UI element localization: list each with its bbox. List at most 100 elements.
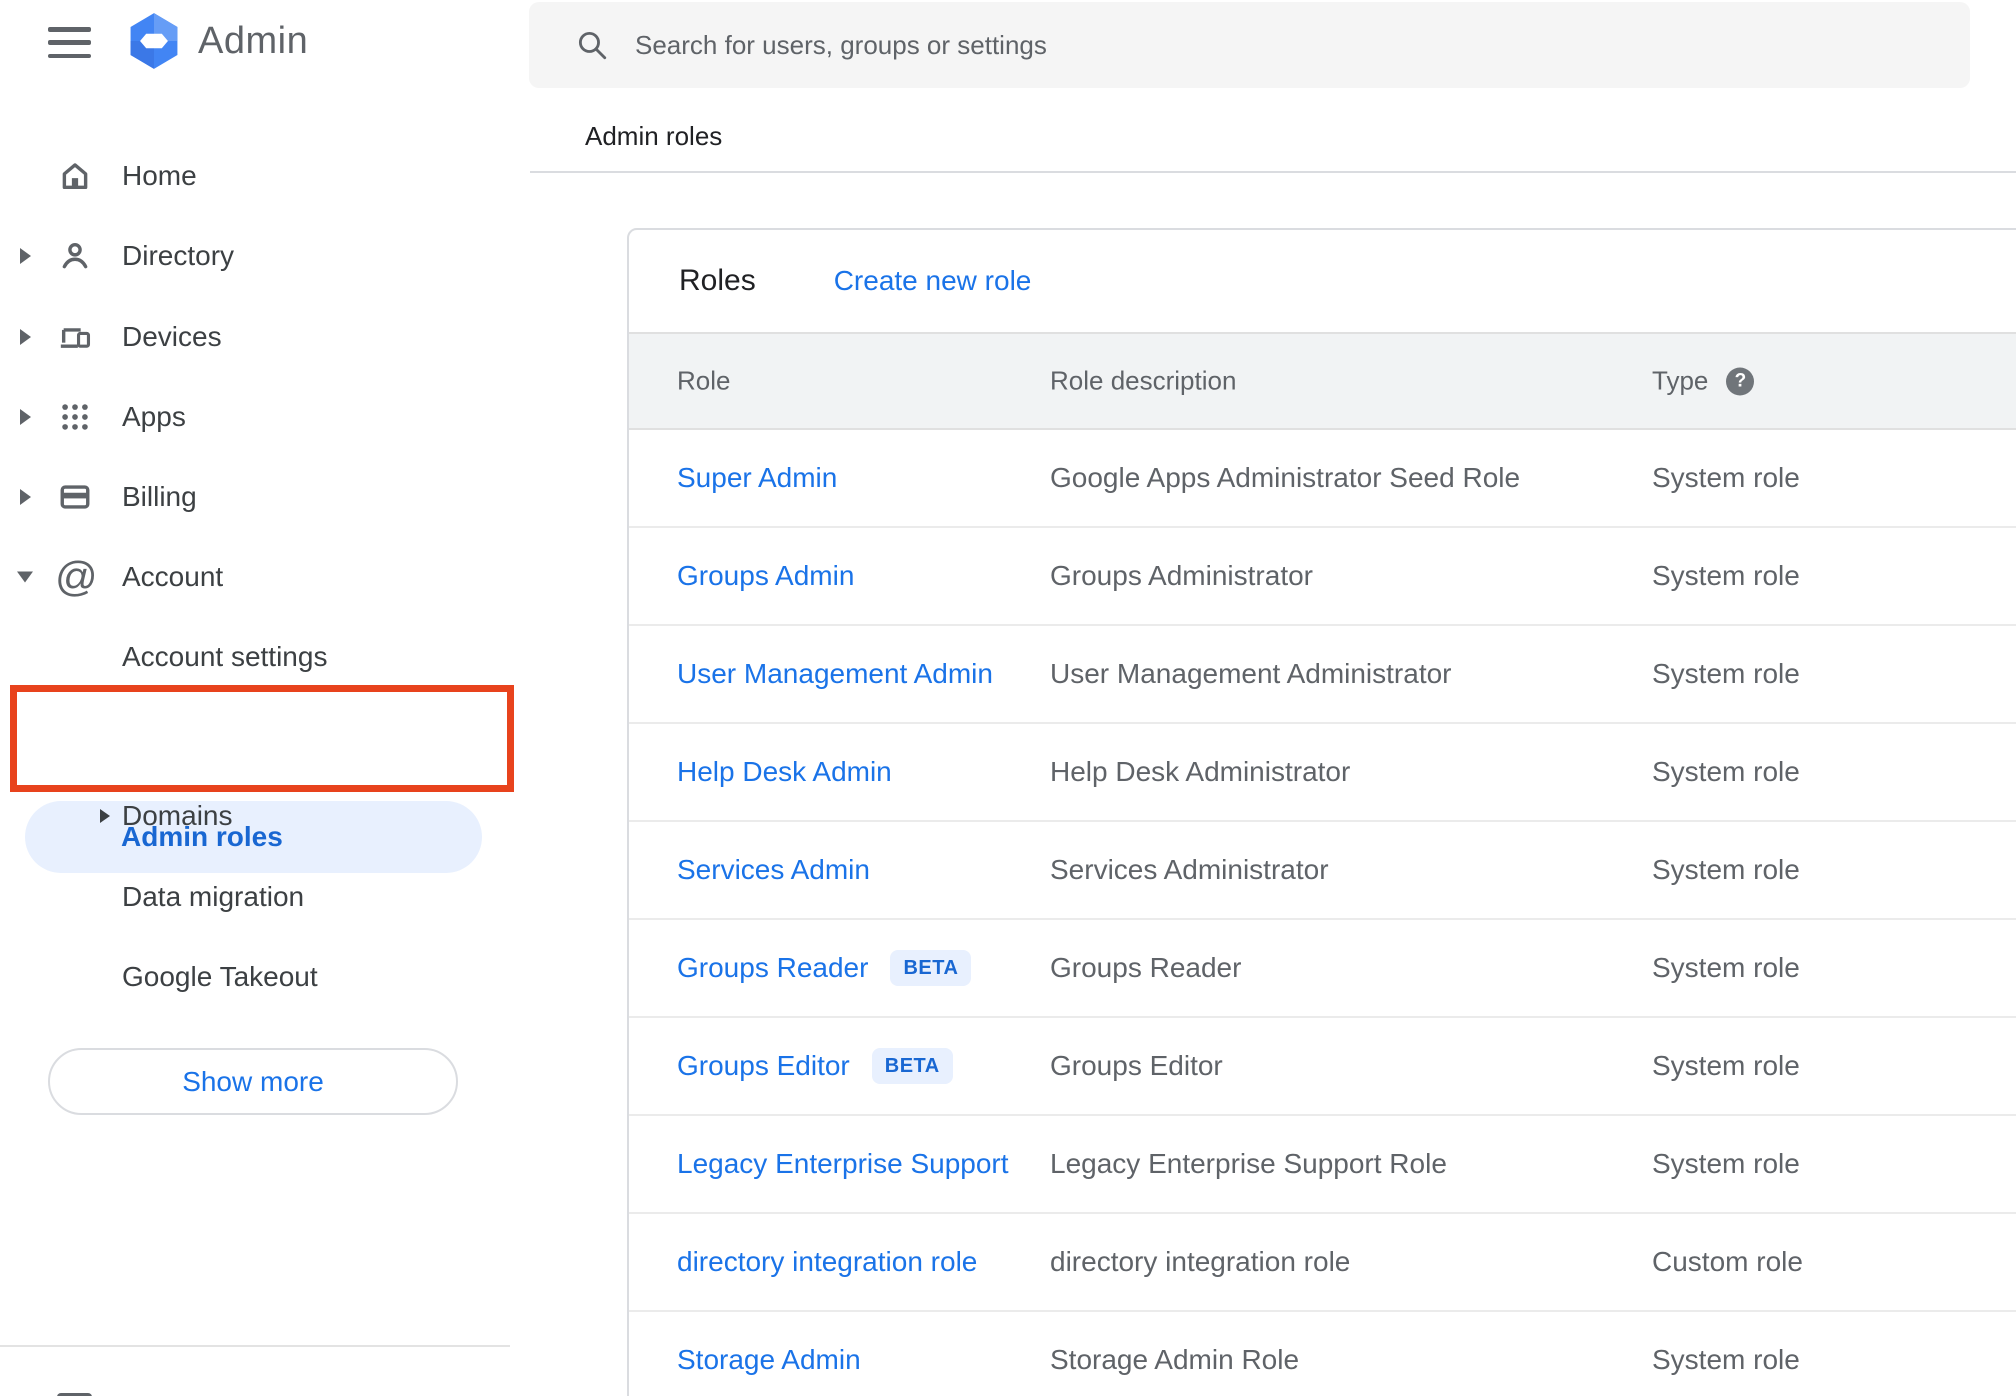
devices-icon xyxy=(58,320,92,354)
roles-card-header: Roles Create new role xyxy=(629,230,2016,332)
role-cell: Legacy Enterprise Support xyxy=(677,1148,1009,1180)
help-icon[interactable]: ? xyxy=(1726,367,1755,395)
beta-badge: BETA xyxy=(890,950,972,986)
chevron-right-icon xyxy=(20,409,31,425)
chevron-down-icon xyxy=(17,571,33,583)
sidebar-subitem-label: Account settings xyxy=(122,641,328,672)
role-type: System role xyxy=(1652,854,1800,885)
sidebar-item-account[interactable]: @ Account xyxy=(0,537,531,617)
table-row: Groups Admin Groups Administrator System… xyxy=(629,528,2016,626)
role-description: Storage Admin Role xyxy=(1050,1344,1300,1375)
roles-card: Roles Create new role Role Role descript… xyxy=(627,228,2016,1396)
sidebar-item-label: Account xyxy=(122,561,224,592)
menu-icon[interactable] xyxy=(48,27,91,58)
sidebar-item-billing[interactable]: Billing xyxy=(0,457,531,537)
role-type: System role xyxy=(1652,560,1800,591)
sidebar-bottom-divider xyxy=(0,1345,510,1347)
table-row: Groups Reader BETA Groups Reader System … xyxy=(629,920,2016,1018)
show-more-button[interactable]: Show more xyxy=(48,1048,458,1115)
sidebar-subitem-domains[interactable]: Domains xyxy=(0,776,531,856)
search-input[interactable] xyxy=(635,29,1835,61)
role-description: Google Apps Administrator Seed Role xyxy=(1050,462,1521,493)
table-row: Groups Editor BETA Groups Editor System … xyxy=(629,1018,2016,1116)
sidebar-item-apps[interactable]: Apps xyxy=(0,377,531,457)
role-link[interactable]: Legacy Enterprise Support xyxy=(677,1148,1009,1180)
table-row: User Management Admin User Management Ad… xyxy=(629,626,2016,724)
role-description: Legacy Enterprise Support Role xyxy=(1050,1148,1447,1179)
role-cell: directory integration role xyxy=(677,1246,977,1278)
sidebar-subitem-label: Data migration xyxy=(122,881,305,912)
chevron-right-icon xyxy=(20,489,31,505)
role-cell: Groups Admin xyxy=(677,560,854,592)
role-link[interactable]: Services Admin xyxy=(677,854,870,886)
role-link[interactable]: Help Desk Admin xyxy=(677,756,892,788)
role-link[interactable]: User Management Admin xyxy=(677,658,993,690)
role-description: Groups Reader xyxy=(1050,952,1242,983)
role-type: System role xyxy=(1652,1344,1800,1375)
sidebar: Home Directory Devices Apps Billing @ Ac… xyxy=(0,96,531,1396)
role-link[interactable]: Storage Admin xyxy=(677,1344,861,1376)
sidebar-item-label: Directory xyxy=(122,240,235,271)
chevron-right-icon xyxy=(20,248,31,264)
role-type: System role xyxy=(1652,462,1800,493)
beta-badge: BETA xyxy=(871,1048,953,1084)
role-link[interactable]: Groups Reader xyxy=(677,952,868,984)
role-type: System role xyxy=(1652,756,1800,787)
billing-card-icon xyxy=(58,480,92,514)
search-bar[interactable] xyxy=(529,2,1970,88)
role-link[interactable]: Super Admin xyxy=(677,462,837,494)
role-cell: User Management Admin xyxy=(677,658,993,690)
sidebar-subitem-data-migration[interactable]: Data migration xyxy=(0,857,531,937)
create-new-role-link[interactable]: Create new role xyxy=(834,265,1032,297)
column-header-type: Type ? xyxy=(1652,365,1755,397)
sidebar-subitem-label: Google Takeout xyxy=(122,961,318,992)
role-type: System role xyxy=(1652,1050,1800,1081)
chevron-right-icon xyxy=(100,809,110,823)
sidebar-item-label: Apps xyxy=(122,401,186,432)
person-icon xyxy=(58,239,92,273)
admin-logo[interactable]: Admin xyxy=(127,12,308,70)
sidebar-subitem-account-settings[interactable]: Account settings xyxy=(0,617,531,697)
sidebar-item-label: Home xyxy=(122,160,197,191)
home-icon xyxy=(58,159,92,193)
role-description: Help Desk Administrator xyxy=(1050,756,1351,787)
sidebar-item-devices[interactable]: Devices xyxy=(0,297,531,377)
role-description: Groups Administrator xyxy=(1050,560,1313,591)
table-row: directory integration role directory int… xyxy=(629,1214,2016,1312)
page-divider xyxy=(530,171,2016,173)
table-row: Help Desk Admin Help Desk Administrator … xyxy=(629,724,2016,822)
role-type: Custom role xyxy=(1652,1246,1803,1277)
column-header-role: Role xyxy=(677,365,731,396)
role-type: System role xyxy=(1652,658,1800,689)
role-cell: Help Desk Admin xyxy=(677,756,892,788)
sidebar-item-label: Billing xyxy=(122,481,197,512)
sidebar-item-directory[interactable]: Directory xyxy=(0,216,531,296)
admin-hexagon-icon xyxy=(130,13,178,69)
sidebar-item-home[interactable]: Home xyxy=(0,136,531,216)
table-row: Legacy Enterprise Support Legacy Enterpr… xyxy=(629,1116,2016,1214)
role-type: System role xyxy=(1652,1148,1800,1179)
column-header-type-label: Type xyxy=(1652,365,1709,396)
role-description: Services Administrator xyxy=(1050,854,1329,885)
role-description: User Management Administrator xyxy=(1050,658,1452,689)
google-admin-console: Admin Home Directory Devi xyxy=(0,0,2016,1396)
role-cell: Services Admin xyxy=(677,854,870,886)
table-row: Super Admin Google Apps Administrator Se… xyxy=(629,430,2016,528)
role-cell: Storage Admin xyxy=(677,1344,861,1376)
breadcrumb: Admin roles xyxy=(585,121,723,151)
app-title: Admin xyxy=(198,19,309,62)
at-sign-icon: @ xyxy=(55,553,98,600)
role-link[interactable]: Groups Editor xyxy=(677,1050,850,1082)
sidebar-subitem-google-takeout[interactable]: Google Takeout xyxy=(0,937,531,1017)
role-type: System role xyxy=(1652,952,1800,983)
role-cell: Groups Editor BETA xyxy=(677,1048,953,1084)
table-row: Services Admin Services Administrator Sy… xyxy=(629,822,2016,920)
sidebar-item-label: Devices xyxy=(122,321,222,352)
role-description: Groups Editor xyxy=(1050,1050,1223,1081)
chevron-right-icon xyxy=(20,329,31,345)
role-link[interactable]: directory integration role xyxy=(677,1246,977,1278)
role-description: directory integration role xyxy=(1050,1246,1351,1277)
role-link[interactable]: Groups Admin xyxy=(677,560,854,592)
table-header: Role Role description Type ? xyxy=(629,332,2016,430)
role-cell: Super Admin xyxy=(677,462,837,494)
